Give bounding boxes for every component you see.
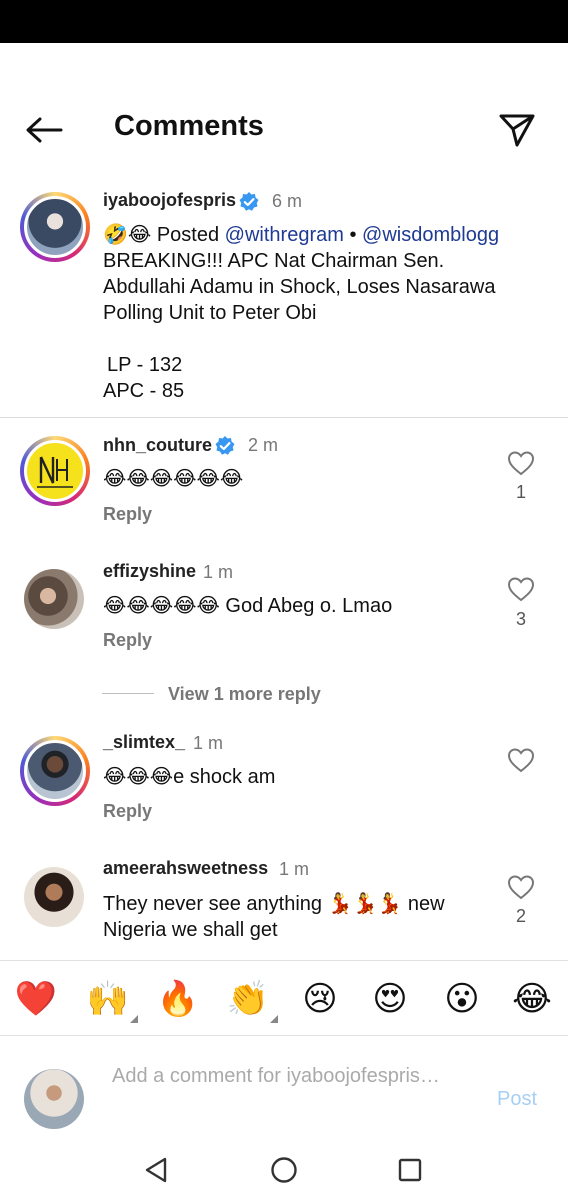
reply-button[interactable]: Reply [103, 630, 152, 651]
back-button[interactable] [22, 112, 66, 148]
skin-tone-indicator-icon [270, 1015, 278, 1023]
circle-home-icon[interactable] [268, 1154, 300, 1186]
skin-tone-indicator-icon [130, 1015, 138, 1023]
comment-time: 1 m [193, 733, 224, 753]
comment-text: 😂😂😂😂😂 God Abeg o. Lmao [103, 595, 393, 617]
avatar[interactable] [20, 436, 90, 506]
post-emojis: 🤣😂 [103, 224, 152, 246]
brand-logo-icon [37, 456, 73, 488]
comment-time: 1 m [203, 562, 234, 582]
page-title: Comments [114, 110, 264, 142]
share-button[interactable] [494, 108, 540, 152]
comment-text: 😂😂😂e shock am [103, 766, 276, 788]
emoji-raised-hands-button[interactable]: 🙌 [86, 977, 138, 1023]
comment-input[interactable]: Add a comment for iyaboojofespris… [112, 1062, 472, 1090]
clapping-hands-icon: 👏 [226, 980, 270, 1018]
comment-text: They never see anything 💃💃💃 new Nigeria … [103, 893, 445, 941]
comment-composer: Add a comment for iyaboojofespris… Post [0, 1050, 568, 1150]
comment-time: 1 m [279, 859, 310, 879]
mention-link[interactable]: @withregram [225, 224, 344, 246]
current-user-avatar [24, 1069, 84, 1129]
emoji-heart-eyes-button[interactable]: 😍 [368, 977, 412, 1021]
comment-text: 😂😂😂😂😂😂 [103, 468, 244, 490]
verified-badge-icon [239, 192, 259, 211]
post-body: BREAKING!!! APC Nat Chairman Sen. Abdull… [103, 250, 496, 324]
post-text: 🤣😂 Posted @withregram • @wisdomblogg BRE… [103, 222, 523, 326]
divider [102, 693, 154, 694]
post-time: 6 m [272, 191, 303, 211]
emoji-heart-button[interactable]: ❤️ [14, 977, 58, 1021]
avatar[interactable] [20, 736, 90, 806]
square-recents-icon[interactable] [394, 1154, 426, 1186]
heart-outline-icon[interactable] [506, 746, 536, 774]
verified-badge-icon [215, 436, 235, 455]
heart-outline-icon[interactable] [506, 873, 536, 901]
heart-outline-icon[interactable] [506, 575, 536, 603]
comment-username[interactable]: effizyshine [103, 561, 196, 582]
reply-button[interactable]: Reply [103, 801, 152, 822]
comment-username[interactable]: nhn_couture [103, 435, 212, 456]
avatar[interactable] [20, 192, 90, 262]
raised-hands-icon: 🙌 [86, 980, 130, 1018]
emoji-laughing-button[interactable]: 😂 [510, 977, 554, 1021]
paper-plane-icon [499, 114, 535, 147]
result-apc: APC - 85 [103, 380, 185, 402]
heart-outline-icon[interactable] [506, 449, 536, 477]
result-lp: LP - 132 [107, 354, 183, 376]
avatar[interactable] [24, 867, 84, 927]
bullet-separator: • [349, 224, 357, 246]
posted-prefix: Posted [156, 224, 220, 246]
emoji-fire-button[interactable]: 🔥 [156, 977, 200, 1021]
status-bar [0, 0, 568, 43]
like-count: 3 [515, 609, 526, 629]
post-button[interactable]: Post [497, 1088, 537, 1111]
triangle-back-icon[interactable] [141, 1154, 173, 1186]
emoji-surprised-button[interactable]: 😮 [440, 977, 484, 1021]
mention-link[interactable]: @wisdomblogg [362, 224, 499, 246]
divider [0, 417, 568, 418]
emoji-clap-button[interactable]: 👏 [226, 977, 278, 1023]
reply-button[interactable]: Reply [103, 504, 152, 525]
view-more-replies-button[interactable]: View 1 more reply [168, 684, 321, 705]
like-count: 1 [515, 482, 526, 502]
emoji-reaction-bar: ❤️ 🙌 🔥 👏 😢 😍 😮 😂 [0, 960, 568, 1036]
post-username[interactable]: iyaboojofespris [103, 190, 236, 211]
top-app-bar: Comments [0, 90, 568, 170]
arrow-left-icon [26, 117, 63, 143]
comment-time: 2 m [248, 435, 279, 455]
emoji-crying-button[interactable]: 😢 [298, 977, 342, 1021]
comment-username[interactable]: _slimtex_ [103, 732, 185, 753]
avatar[interactable] [24, 569, 84, 629]
comment-username[interactable]: ameerahsweetness [103, 858, 268, 879]
like-count: 2 [515, 906, 526, 926]
system-nav-bar [0, 1140, 568, 1200]
